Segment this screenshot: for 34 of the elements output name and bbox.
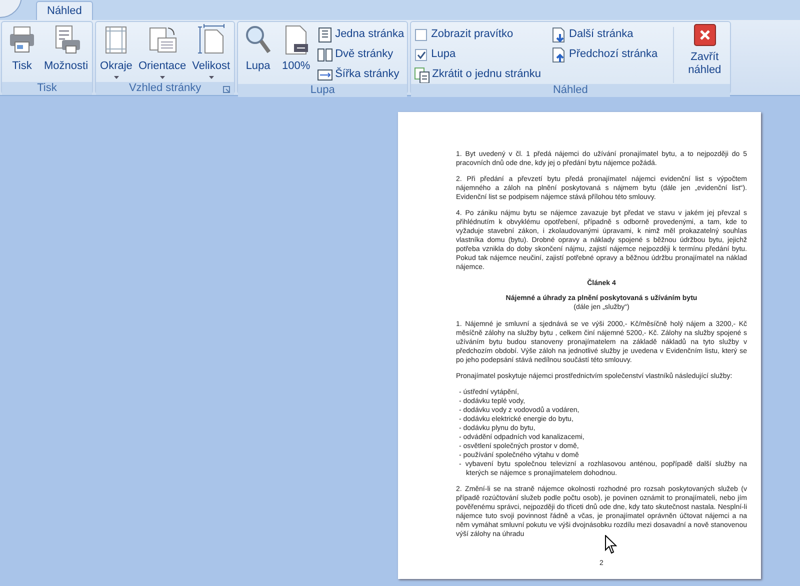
ribbon-button[interactable]: Předchozí stránka xyxy=(550,45,659,64)
ribbon-tab[interactable]: Náhled xyxy=(36,1,93,20)
group-label: Lupa xyxy=(310,84,335,97)
cursor-icon xyxy=(605,535,617,554)
nextpage-icon xyxy=(551,26,568,42)
ribbon-button[interactable]: Dvě stránky xyxy=(316,45,406,64)
ribbon-button[interactable]: Orientace xyxy=(136,24,188,82)
twopages-icon xyxy=(317,46,334,62)
checkbox-label: Zobrazit pravítko xyxy=(431,27,514,42)
check-icon xyxy=(416,50,426,58)
group-label: Tisk xyxy=(37,82,57,95)
checkbox-label: Lupa xyxy=(431,47,456,62)
size-icon xyxy=(195,24,228,56)
shrink-icon xyxy=(414,66,430,82)
checkbox[interactable] xyxy=(415,28,428,40)
group-label: Vzhled stránky xyxy=(128,82,202,95)
ribbon-button[interactable]: Jedna stránka xyxy=(316,25,406,44)
ribbon-button[interactable]: Velikost xyxy=(190,24,232,82)
close-preview-button[interactable]: Zavřít náhled xyxy=(682,24,728,77)
checkbox[interactable] xyxy=(415,48,428,60)
ribbon-button[interactable]: Zkrátit o jednu stránku xyxy=(413,65,542,84)
close-icon xyxy=(694,24,716,46)
ribbon-button[interactable]: Možnosti xyxy=(42,24,90,82)
dialog-launcher-icon[interactable] xyxy=(223,86,230,93)
prevpage-icon xyxy=(551,46,568,62)
ribbon-button[interactable]: Šířka stránky xyxy=(316,65,406,84)
ribbon-button[interactable]: Další stránka xyxy=(550,25,659,44)
ribbon-button[interactable]: Lupa xyxy=(240,24,276,82)
ribbon-button[interactable]: 100% xyxy=(278,24,314,82)
ribbon-button[interactable]: Tisk xyxy=(4,24,40,82)
group-label: Náhled xyxy=(552,84,588,97)
ribbon-button[interactable]: Okraje xyxy=(98,24,134,82)
pagewidth-icon xyxy=(317,66,334,82)
onepage-icon xyxy=(317,26,334,42)
